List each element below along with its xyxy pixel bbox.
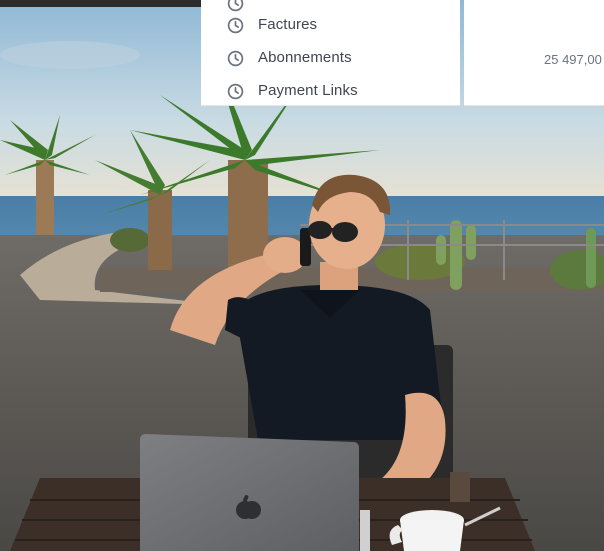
menu-item-factures[interactable]: Factures	[201, 10, 460, 40]
clock-icon	[227, 50, 244, 67]
summary-value-card: 25 497,00	[464, 0, 604, 106]
menu-item-payment-links[interactable]: Payment Links	[201, 76, 460, 106]
navigation-menu-card: Factures Abonnements Payment Links	[201, 0, 460, 106]
menu-item-label: Factures	[258, 16, 318, 33]
menu-item-abonnements[interactable]: Abonnements	[201, 43, 460, 73]
top-edge-strip	[0, 0, 201, 7]
menu-item-label: Abonnements	[258, 49, 352, 66]
menu-item-label: Payment Links	[258, 82, 358, 99]
clock-icon	[227, 17, 244, 34]
summary-amount: 25 497,00	[544, 52, 602, 67]
clock-icon	[227, 83, 244, 100]
